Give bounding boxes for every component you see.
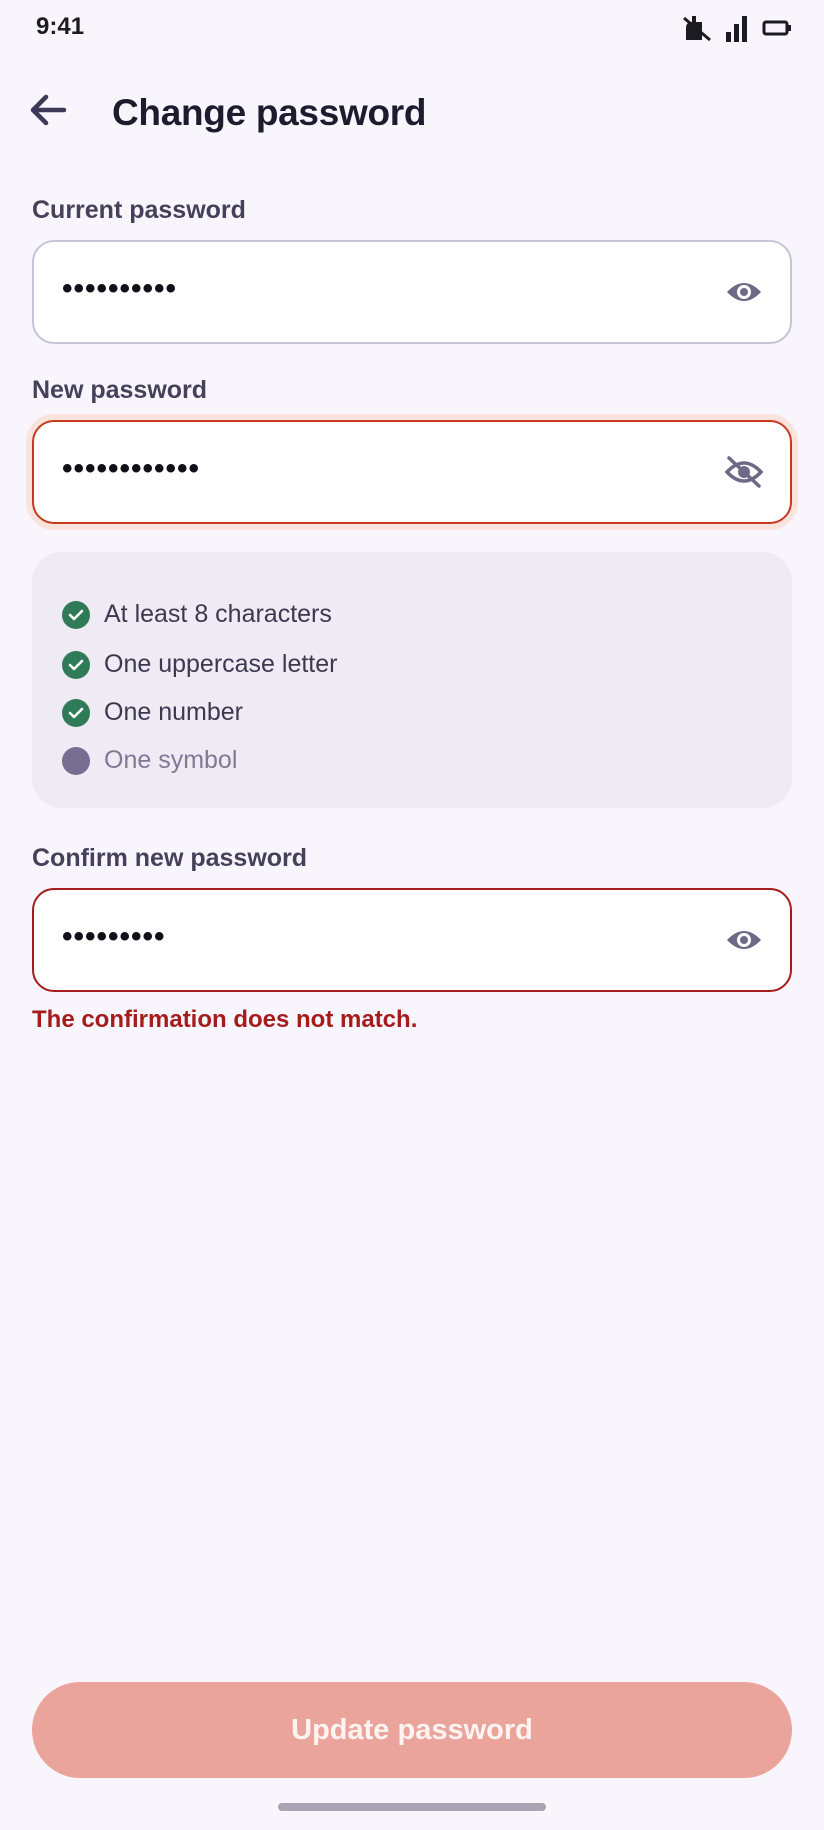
requirement-text: One number (104, 698, 243, 726)
status-bar: 9:41 (0, 0, 824, 56)
confirm-password-label: Confirm new password (32, 844, 308, 872)
current-password-visibility-toggle[interactable] (720, 270, 768, 318)
home-indicator (278, 1803, 546, 1811)
current-password-field[interactable]: •••••••••• (32, 240, 792, 344)
current-password-value: •••••••••• (62, 272, 178, 305)
confirm-password-value: ••••••••• (62, 920, 166, 953)
new-password-value: •••••••••••• (62, 452, 201, 485)
requirement-symbol: One symbol (62, 746, 237, 775)
status-time: 9:41 (36, 13, 85, 40)
check-circle-icon (62, 650, 90, 679)
confirm-password-visibility-toggle[interactable] (720, 918, 768, 966)
update-password-button[interactable]: Update password (32, 1682, 792, 1778)
password-requirements: At least 8 characters One uppercase lett… (32, 552, 792, 808)
requirement-min-length: At least 8 characters (62, 600, 332, 629)
eye-icon (725, 278, 763, 311)
page-title: Change password (112, 92, 427, 133)
requirement-text: At least 8 characters (104, 600, 332, 628)
arrow-left-icon (28, 92, 68, 133)
confirm-password-field[interactable]: ••••••••• (32, 888, 792, 992)
current-password-label: Current password (32, 196, 246, 224)
eye-icon (725, 926, 763, 959)
requirement-uppercase: One uppercase letter (62, 650, 337, 679)
confirm-password-error: The confirmation does not match. (32, 1006, 418, 1033)
signal-icon (724, 14, 750, 42)
unmet-dot-icon (62, 746, 90, 775)
check-circle-icon (62, 600, 90, 629)
new-password-visibility-toggle[interactable] (720, 450, 768, 498)
requirement-number: One number (62, 698, 243, 727)
check-circle-icon (62, 698, 90, 727)
notification-off-icon (682, 14, 712, 42)
eye-off-icon (724, 455, 764, 494)
app-bar: Change password (0, 80, 824, 144)
new-password-label: New password (32, 376, 208, 404)
requirement-text: One symbol (104, 746, 238, 774)
new-password-field[interactable]: •••••••••••• (32, 420, 792, 524)
battery-icon (762, 19, 792, 37)
status-icons (682, 14, 792, 42)
back-button[interactable] (20, 84, 76, 140)
requirement-text: One uppercase letter (104, 650, 338, 678)
